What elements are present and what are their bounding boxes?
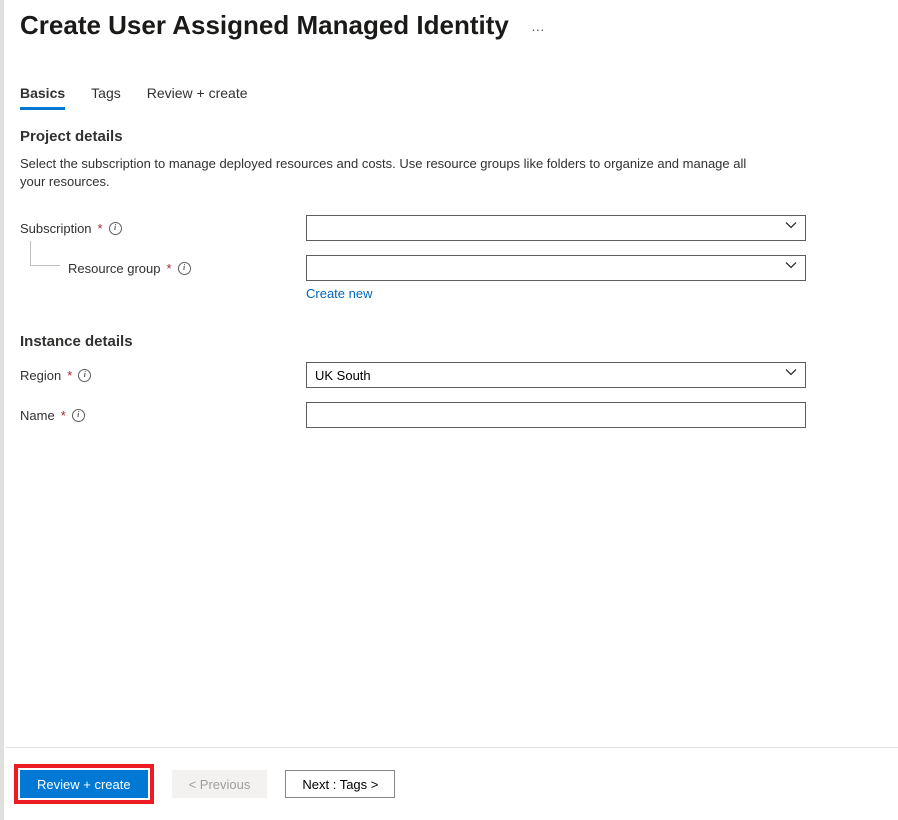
tab-basics[interactable]: Basics: [20, 81, 65, 110]
footer-bar: Review + create < Previous Next : Tags >: [6, 750, 898, 804]
footer-divider: [6, 747, 898, 748]
tab-bar: Basics Tags Review + create: [20, 81, 880, 110]
next-button[interactable]: Next : Tags >: [285, 770, 395, 798]
info-icon[interactable]: i: [178, 262, 191, 275]
ellipsis-icon: …: [531, 18, 546, 34]
required-asterisk: *: [61, 408, 66, 423]
info-icon[interactable]: i: [109, 222, 122, 235]
info-icon[interactable]: i: [72, 409, 85, 422]
previous-button: < Previous: [172, 770, 268, 798]
project-details-heading: Project details: [20, 128, 880, 145]
tab-review-create[interactable]: Review + create: [147, 81, 248, 110]
annotation-highlight: Review + create: [14, 764, 154, 804]
region-select[interactable]: [306, 362, 806, 388]
subscription-select[interactable]: [306, 215, 806, 241]
required-asterisk: *: [167, 261, 172, 276]
required-asterisk: *: [98, 221, 103, 236]
more-actions-button[interactable]: …: [527, 14, 550, 38]
name-label: Name * i: [20, 408, 306, 423]
create-new-link[interactable]: Create new: [306, 286, 372, 301]
hierarchy-connector-icon: [20, 255, 68, 281]
required-asterisk: *: [67, 368, 72, 383]
review-create-button[interactable]: Review + create: [20, 770, 148, 798]
resource-group-label: Resource group * i: [68, 255, 306, 281]
instance-details-heading: Instance details: [20, 333, 880, 350]
name-input[interactable]: [306, 402, 806, 428]
page-title: Create User Assigned Managed Identity: [20, 10, 509, 41]
tab-tags[interactable]: Tags: [91, 81, 121, 110]
info-icon[interactable]: i: [78, 369, 91, 382]
resource-group-select[interactable]: [306, 255, 806, 281]
subscription-label: Subscription * i: [20, 221, 306, 236]
project-details-description: Select the subscription to manage deploy…: [20, 155, 750, 191]
left-border: [0, 0, 4, 820]
region-label: Region * i: [20, 368, 306, 383]
